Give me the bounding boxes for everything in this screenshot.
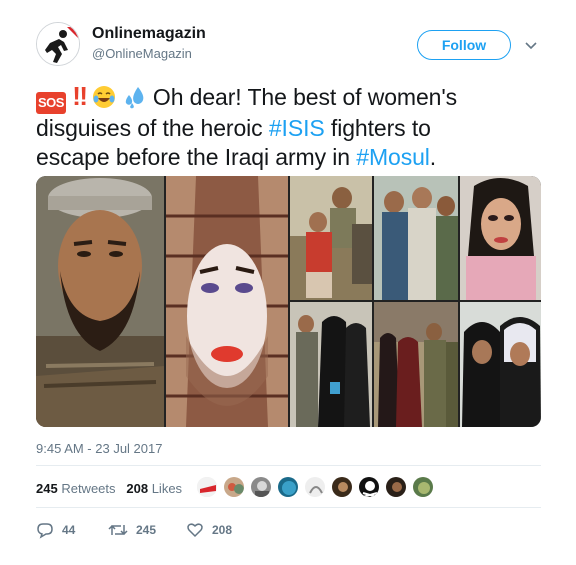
divider-top — [36, 465, 541, 466]
tweet-text-line3-post: . — [429, 144, 437, 170]
liker-avatar-image — [197, 477, 217, 497]
hashtag-isis-link[interactable]: #ISIS — [269, 115, 325, 141]
tweet-text-line3-pre: escape before the Iraqi army in — [36, 144, 357, 170]
liker-avatar-image — [413, 477, 433, 497]
author-name[interactable]: Onlinemagazin — [92, 25, 206, 43]
reply-action[interactable]: 44 — [36, 521, 75, 539]
tweet-text-line2-pre: disguises of the heroic — [36, 115, 269, 141]
tweet-text-line1: Oh dear! The best of women's — [146, 84, 458, 110]
retweet-count: 245 — [136, 523, 157, 537]
sos-emoji-icon: SOS — [36, 92, 66, 114]
photo-group-men[interactable] — [374, 176, 458, 300]
reply-count: 44 — [62, 523, 76, 537]
tweet-line-2: disguises of the heroic #ISIS fighters t… — [36, 114, 546, 143]
liker-avatar[interactable] — [304, 476, 326, 498]
liker-avatar[interactable] — [277, 476, 299, 498]
chevron-down-icon[interactable] — [524, 38, 538, 52]
retweet-action[interactable]: 245 — [108, 521, 156, 539]
photo-makeup-disguise-image — [166, 176, 288, 427]
retweet-icon — [108, 524, 128, 536]
liker-avatar-image — [224, 477, 244, 497]
photo-women-veiled[interactable] — [290, 302, 372, 427]
photo-soldiers-detainees[interactable] — [374, 302, 458, 427]
tweet-text: SOS ‼ Oh dear! The best of women's disgu… — [36, 82, 546, 172]
liker-avatar[interactable] — [223, 476, 245, 498]
photo-soldiers-barber[interactable] — [290, 176, 372, 300]
author-avatar[interactable] — [36, 22, 80, 66]
liker-avatar[interactable] — [358, 476, 380, 498]
photo-headscarves-image — [460, 302, 541, 427]
retweets-label[interactable]: Retweets — [61, 481, 115, 496]
liker-avatar-image — [332, 477, 352, 497]
tweet-card: Onlinemagazin @OnlineMagazin Follow SOS … — [0, 0, 576, 565]
photo-soldiers-detainees-image — [374, 302, 458, 427]
tweet-timestamp[interactable]: 9:45 AM - 23 Jul 2017 — [36, 441, 162, 456]
hashtag-mosul-link[interactable]: #Mosul — [356, 144, 430, 170]
tweet-line-1: SOS ‼ Oh dear! The best of women's — [36, 82, 546, 114]
heart-icon — [187, 523, 203, 538]
photo-bearded-man-image — [36, 176, 164, 427]
liker-avatar-image — [305, 477, 325, 497]
photo-soldiers-barber-image — [290, 176, 372, 300]
liker-avatar-image — [251, 477, 271, 497]
tears-of-joy-emoji-icon — [93, 86, 116, 108]
liker-avatar[interactable] — [196, 476, 218, 498]
tweet-stats: 245 Retweets 208 Likes — [36, 481, 182, 496]
liker-avatar[interactable] — [331, 476, 353, 498]
tweet-media-collage[interactable] — [36, 176, 541, 427]
retweets-count[interactable]: 245 — [36, 481, 58, 496]
double-exclamation-emoji-icon: ‼ — [72, 81, 88, 111]
liker-avatar[interactable] — [412, 476, 434, 498]
photo-group-men-image — [374, 176, 458, 300]
photo-makeup-disguise[interactable] — [166, 176, 288, 427]
divider-bottom — [36, 507, 541, 508]
like-action[interactable]: 208 — [186, 521, 232, 539]
like-count: 208 — [212, 523, 233, 537]
reply-icon — [37, 523, 53, 539]
likes-label[interactable]: Likes — [152, 481, 182, 496]
author-handle[interactable]: @OnlineMagazin — [92, 46, 192, 61]
follow-button[interactable]: Follow — [417, 30, 511, 60]
photo-wig-makeup-image — [460, 176, 541, 300]
photo-headscarves[interactable] — [460, 302, 541, 427]
liker-avatar-image — [278, 477, 298, 497]
skull-crossbones-icon — [359, 477, 379, 497]
liker-avatar-image — [386, 477, 406, 497]
running-man-logo-icon — [37, 23, 79, 65]
liker-avatar[interactable] — [385, 476, 407, 498]
photo-wig-makeup[interactable] — [460, 176, 541, 300]
photo-women-veiled-image — [290, 302, 372, 427]
tweet-text-line2-post: fighters to — [324, 115, 431, 141]
liker-avatar[interactable] — [250, 476, 272, 498]
sweat-droplets-emoji-icon — [125, 87, 143, 109]
photo-bearded-man[interactable] — [36, 176, 164, 427]
tweet-line-3: escape before the Iraqi army in #Mosul. — [36, 143, 546, 172]
likes-count[interactable]: 208 — [126, 481, 148, 496]
